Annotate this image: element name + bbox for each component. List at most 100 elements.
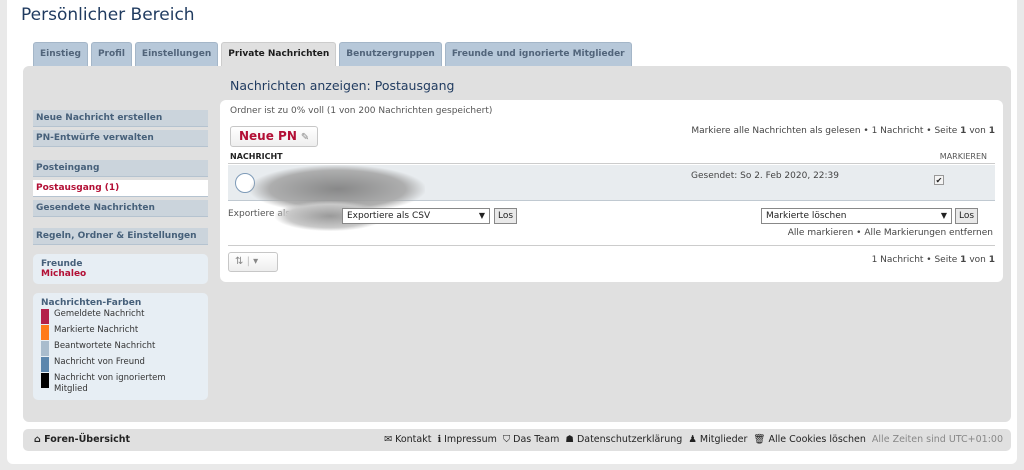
tab-einstellungen[interactable]: Einstellungen bbox=[134, 42, 219, 66]
unmark-all-link[interactable]: Alle Markierungen entfernen bbox=[864, 228, 993, 238]
contact-label: Kontakt bbox=[395, 434, 432, 445]
mark-links: Alle markieren • Alle Markierungen entfe… bbox=[787, 228, 993, 238]
envelope-icon: ✉ bbox=[384, 434, 393, 445]
export-go-button[interactable]: Los bbox=[494, 208, 518, 224]
friend-link[interactable]: Michaleo bbox=[41, 269, 200, 279]
team-link[interactable]: ⛉ Das Team bbox=[503, 434, 559, 445]
sort-options-button[interactable]: ⇅ | ▾ bbox=[228, 252, 278, 272]
sent-date: Gesendet: So 2. Feb 2020, 22:39 bbox=[691, 171, 839, 181]
export-select-value: Exportiere als CSV bbox=[347, 211, 431, 221]
tab-freunde[interactable]: Freunde und ignorierte Mitglieder bbox=[444, 42, 632, 66]
users-icon: ♟ bbox=[688, 434, 697, 445]
page-current: 1 bbox=[960, 126, 967, 136]
page-title: Persönlicher Bereich bbox=[21, 5, 195, 25]
mark-checkbox[interactable]: ✔ bbox=[934, 175, 944, 185]
page-total-bottom: 1 bbox=[988, 255, 995, 265]
legend-item: Gemeldete Nachricht bbox=[41, 309, 200, 324]
team-label: Das Team bbox=[513, 434, 560, 445]
mark-all-read-link[interactable]: Markiere alle Nachrichten als gelesen bbox=[691, 126, 860, 136]
members-link[interactable]: ♟ Mitglieder bbox=[688, 434, 747, 445]
sort-icon: ⇅ bbox=[235, 256, 244, 267]
forum-index-label: Foren-Übersicht bbox=[44, 434, 131, 445]
bottom-pagination: 1 Nachricht • Seite 1 von 1 bbox=[871, 255, 995, 265]
delete-cookies-link[interactable]: 🗑 Alle Cookies löschen bbox=[753, 434, 865, 445]
legend-item: Nachricht von Freund bbox=[41, 357, 200, 372]
sidebar-item-new-message[interactable]: Neue Nachricht erstellen bbox=[33, 110, 208, 127]
privacy-link[interactable]: ☗ Datenschutzerklärung bbox=[565, 434, 682, 445]
members-label: Mitglieder bbox=[699, 434, 748, 445]
message-count: 1 Nachricht bbox=[871, 126, 924, 136]
sidebar-item-inbox[interactable]: Posteingang bbox=[33, 160, 208, 177]
tab-benutzergruppen[interactable]: Benutzergruppen bbox=[339, 42, 442, 66]
color-legend-box: Nachrichten-Farben Gemeldete Nachricht Ma… bbox=[33, 293, 208, 400]
contact-link[interactable]: ✉ Kontakt bbox=[384, 434, 431, 445]
export-select[interactable]: Exportiere als CSV ▼ bbox=[342, 208, 490, 224]
page-total: 1 bbox=[988, 126, 995, 136]
message-card: Ordner ist zu 0% voll (1 von 200 Nachric… bbox=[220, 100, 1003, 282]
main-heading: Nachrichten anzeigen: Postausgang bbox=[230, 78, 455, 93]
sidebar: Neue Nachricht erstellen PN-Entwürfe ver… bbox=[33, 110, 208, 400]
message-count-bottom: 1 Nachricht bbox=[871, 255, 924, 265]
pencil-icon: ✎ bbox=[300, 132, 310, 143]
table-row[interactable]: Gesendet: So 2. Feb 2020, 22:39 ✔ bbox=[228, 165, 995, 213]
sidebar-item-outbox[interactable]: Postausgang (1) bbox=[33, 180, 208, 197]
legend-label: Markierte Nachricht bbox=[54, 325, 139, 335]
tab-einstieg[interactable]: Einstieg bbox=[33, 42, 88, 66]
page-wrapper: Persönlicher Bereich Einstieg Profil Ein… bbox=[7, 0, 1017, 464]
legend-label: Beantwortete Nachricht bbox=[54, 341, 156, 351]
legend-swatch bbox=[41, 341, 49, 356]
new-pm-label: Neue PN bbox=[239, 129, 297, 143]
forum-index-link[interactable]: ⌂ Foren-Übersicht bbox=[34, 434, 130, 445]
info-icon: ℹ bbox=[437, 434, 442, 445]
legend-item: Nachricht von ignoriertem Mitglied bbox=[41, 373, 200, 395]
trash-icon: 🗑 bbox=[753, 434, 766, 445]
privacy-label: Datenschutzerklärung bbox=[576, 434, 683, 445]
legend-swatch bbox=[41, 373, 49, 388]
content-panel: Neue Nachricht erstellen PN-Entwürfe ver… bbox=[23, 66, 1011, 422]
legend-label: Nachricht von Freund bbox=[54, 357, 145, 367]
shield-icon: ⛉ bbox=[502, 434, 511, 445]
home-icon: ⌂ bbox=[34, 434, 41, 445]
top-pagination: Markiere alle Nachrichten als gelesen • … bbox=[691, 126, 995, 136]
footer-links: ✉ Kontakt ℹ Impressum ⛉ Das Team ☗ Daten… bbox=[381, 434, 1003, 445]
page-label-bottom: Seite bbox=[934, 255, 958, 265]
legend-swatch bbox=[41, 309, 49, 324]
user-secret-icon: ☗ bbox=[565, 434, 574, 445]
page-of-bottom: von bbox=[969, 255, 986, 265]
sidebar-item-drafts[interactable]: PN-Entwürfe verwalten bbox=[33, 130, 208, 147]
tab-profil[interactable]: Profil bbox=[90, 42, 132, 66]
imprint-label: Impressum bbox=[444, 434, 497, 445]
select-arrow-icon: ▼ bbox=[940, 211, 947, 220]
new-pm-button[interactable]: Neue PN ✎ bbox=[230, 126, 318, 147]
column-message: NACHRICHT bbox=[230, 152, 283, 161]
page-label: Seite bbox=[934, 126, 958, 136]
footer: ⌂ Foren-Übersicht ✉ Kontakt ℹ Impressum … bbox=[23, 429, 1011, 451]
legend-item: Beantwortete Nachricht bbox=[41, 341, 200, 356]
chevron-down-icon: ▾ bbox=[253, 256, 259, 267]
action-go-button[interactable]: Los bbox=[955, 208, 979, 224]
legend-swatch bbox=[41, 357, 49, 372]
legend-label: Nachricht von ignoriertem Mitglied bbox=[54, 373, 166, 394]
action-select-value: Markierte löschen bbox=[766, 211, 847, 221]
legend-item: Markierte Nachricht bbox=[41, 325, 200, 340]
column-mark: MARKIEREN bbox=[939, 152, 987, 161]
table-header: NACHRICHT MARKIEREN bbox=[228, 148, 995, 164]
delete-cookies-label: Alle Cookies löschen bbox=[768, 434, 866, 445]
imprint-link[interactable]: ℹ Impressum bbox=[437, 434, 496, 445]
friends-box: Freunde Michaleo bbox=[33, 254, 208, 284]
divider bbox=[228, 245, 995, 246]
legend-label: Gemeldete Nachricht bbox=[54, 309, 145, 319]
timezone-note: Alle Zeiten sind UTC+01:00 bbox=[871, 434, 1003, 445]
friends-heading: Freunde bbox=[41, 259, 83, 269]
tab-bar: Einstieg Profil Einstellungen Private Na… bbox=[33, 42, 632, 66]
mark-all-link[interactable]: Alle markieren bbox=[788, 228, 854, 238]
page-current-bottom: 1 bbox=[960, 255, 967, 265]
folder-status: Ordner ist zu 0% voll (1 von 200 Nachric… bbox=[230, 106, 493, 116]
color-legend-heading: Nachrichten-Farben bbox=[41, 298, 142, 308]
sidebar-item-rules[interactable]: Regeln, Ordner & Einstellungen bbox=[33, 228, 208, 245]
action-select[interactable]: Markierte löschen ▼ bbox=[761, 208, 952, 224]
sidebar-item-sent[interactable]: Gesendete Nachrichten bbox=[33, 200, 208, 217]
select-arrow-icon: ▼ bbox=[478, 211, 485, 220]
tab-private-nachrichten[interactable]: Private Nachrichten bbox=[221, 42, 337, 66]
page-of: von bbox=[969, 126, 986, 136]
